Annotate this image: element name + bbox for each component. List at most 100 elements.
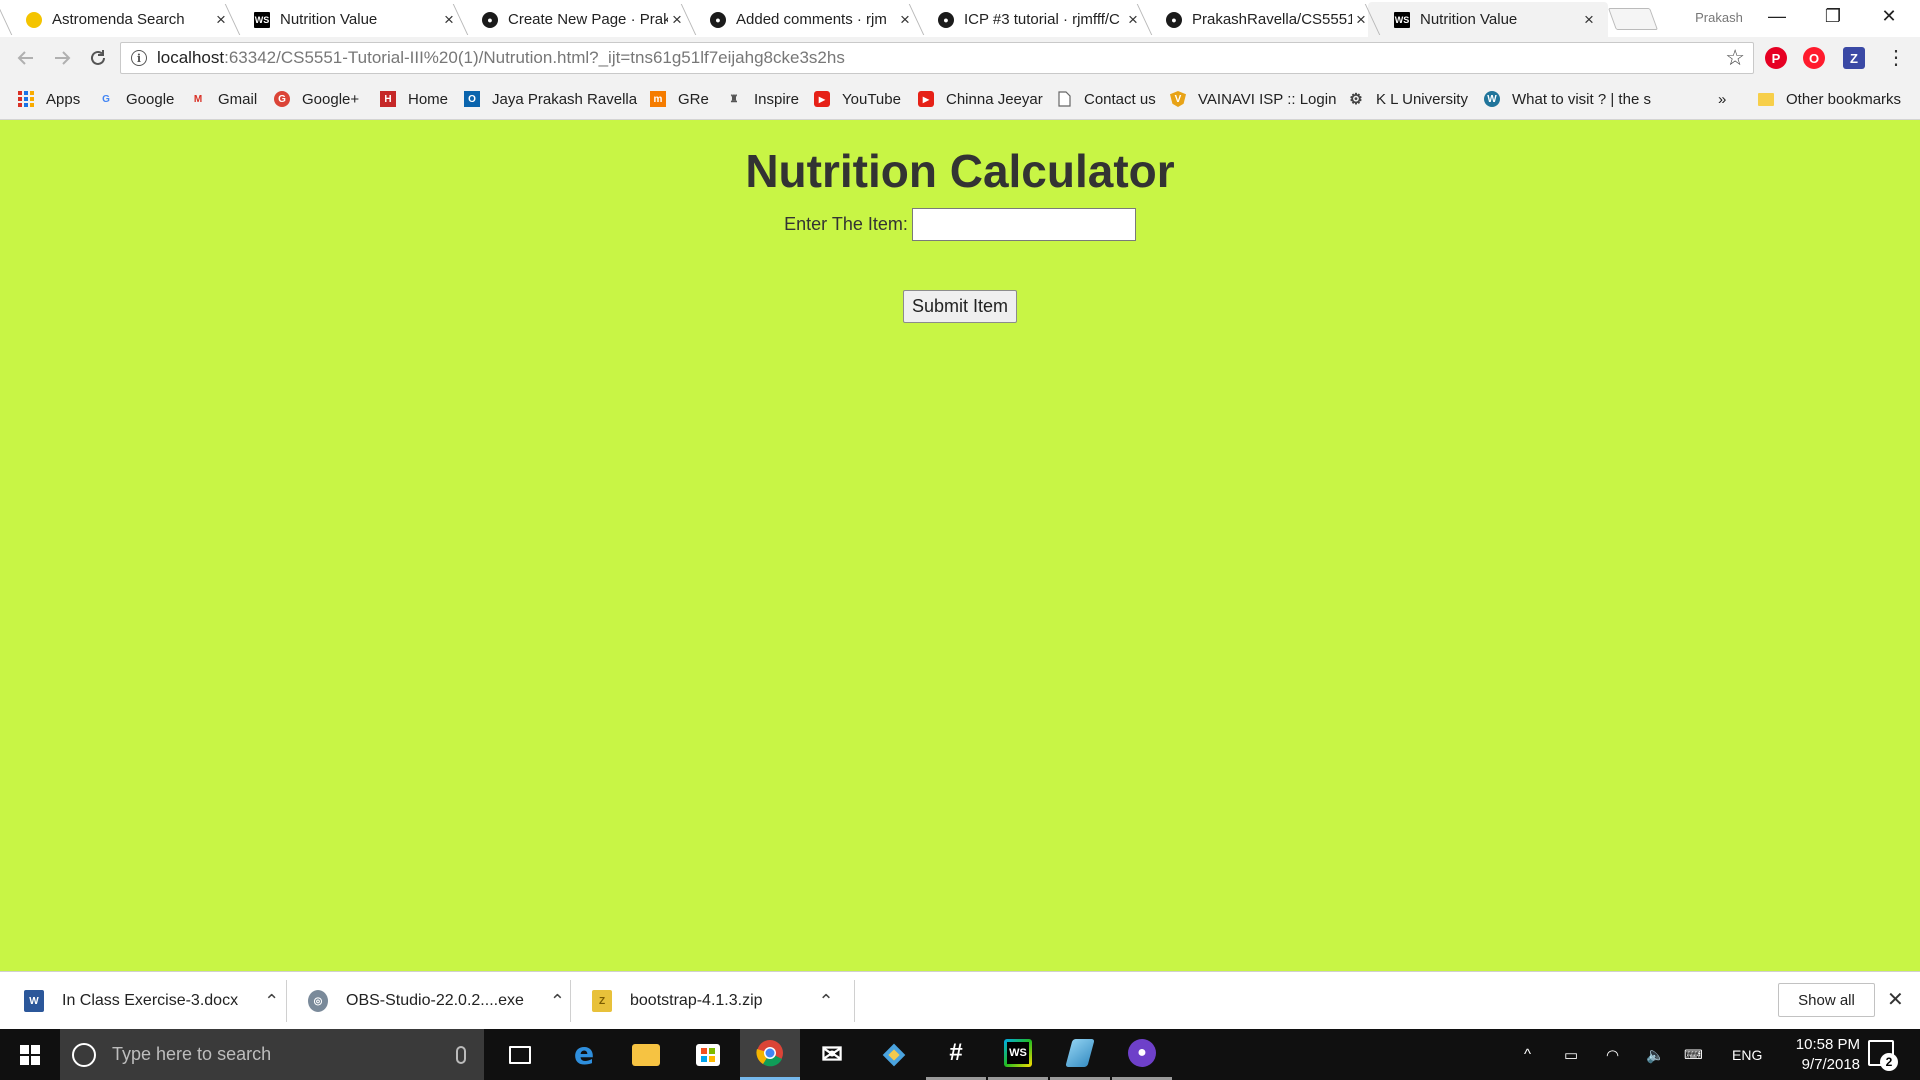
tab-title: Nutrition Value [1420, 11, 1518, 28]
word-doc-icon: W [24, 990, 44, 1012]
browser-tab[interactable]: ● Create New Page · Prak × [452, 2, 696, 37]
bookmarks-overflow-button[interactable]: » [1718, 89, 1726, 109]
tab-separator [0, 4, 13, 35]
github-icon: ● [710, 11, 726, 28]
bookmark-star-icon[interactable]: ☆ [1725, 45, 1745, 71]
taskbar-app-paint[interactable] [1050, 1029, 1110, 1080]
edge-icon: e [573, 1037, 595, 1072]
bookmark-vainavi[interactable]: V VAINAVI ISP :: Login [1170, 89, 1336, 109]
new-tab-button[interactable] [1607, 8, 1659, 30]
download-item[interactable]: Z bootstrap-4.1.3.zip ⌃ [592, 972, 834, 1030]
start-button[interactable] [0, 1029, 60, 1080]
browser-tab[interactable]: ● PrakashRavella/CS5551 × [1136, 2, 1380, 37]
submit-item-button[interactable]: Submit Item [903, 290, 1017, 323]
profile-button[interactable]: Prakash [1678, 6, 1760, 28]
youtube-icon: ▶ [814, 91, 830, 107]
bookmark-gre[interactable]: m GRe [650, 89, 709, 109]
restore-button[interactable]: ❐ [1810, 0, 1856, 32]
tab-separator [1364, 4, 1381, 35]
microphone-icon[interactable] [456, 1045, 466, 1064]
site-info-icon[interactable]: i [131, 50, 147, 66]
back-button[interactable] [12, 45, 40, 71]
taskbar-app-chrome[interactable] [740, 1029, 800, 1080]
mail-icon: ✉ [821, 1039, 843, 1069]
gre-icon: m [650, 91, 666, 107]
close-icon[interactable]: ✕ [1887, 987, 1904, 1012]
divider [854, 980, 855, 1022]
windows-taskbar: Type here to search e ✉ # WS ● ^ ▭ ◠ 🔈 ⌨… [0, 1029, 1920, 1080]
keyboard-icon[interactable]: ⌨ [1684, 1029, 1703, 1080]
show-all-button[interactable]: Show all [1778, 983, 1875, 1017]
download-filename: bootstrap-4.1.3.zip [630, 992, 763, 1009]
bookmark-label: Google [126, 90, 175, 108]
slack-icon: # [949, 1039, 963, 1066]
zip-icon: Z [592, 990, 612, 1012]
browser-tab[interactable]: ● ICP #3 tutorial · rjmfff/C × [908, 2, 1152, 37]
taskbar-app-git[interactable] [864, 1029, 924, 1080]
browser-tab[interactable]: Astromenda Search × [0, 2, 240, 37]
gear-icon: ⚙ [1349, 91, 1363, 108]
minimize-button[interactable]: — [1754, 0, 1800, 32]
task-view-button[interactable] [490, 1029, 550, 1080]
reload-button[interactable] [84, 45, 112, 71]
taskbar-app-edge[interactable]: e [554, 1029, 614, 1080]
taskbar-app-github-desktop[interactable]: ● [1112, 1029, 1172, 1080]
zotero-icon[interactable]: Z [1843, 47, 1865, 69]
show-hidden-icons-chevron-up-icon[interactable]: ^ [1524, 1029, 1531, 1080]
taskbar-app-mail[interactable]: ✉ [802, 1029, 862, 1080]
opera-icon[interactable]: O [1803, 47, 1825, 69]
pinterest-icon[interactable]: P [1765, 47, 1787, 69]
url-path: :63342/CS5551-Tutorial-III%20(1)/Nutruti… [224, 48, 845, 67]
bookmark-home[interactable]: H Home [380, 89, 448, 109]
battery-icon[interactable]: ▭ [1564, 1029, 1578, 1080]
download-item[interactable]: W In Class Exercise-3.docx ⌃ [24, 972, 279, 1030]
browser-toolbar: i localhost:63342/CS5551-Tutorial-III%20… [0, 37, 1920, 79]
inspire-icon: ♜ [729, 93, 739, 105]
bookmark-google-plus[interactable]: G Google+ [274, 89, 359, 109]
tab-close-icon[interactable]: × [1580, 10, 1598, 30]
bookmark-apps[interactable]: Apps [18, 89, 80, 109]
browser-tab[interactable]: WS Nutrition Value × [224, 2, 468, 37]
bookmark-youtube[interactable]: ▶ YouTube [814, 89, 901, 109]
bookmark-contact-us[interactable]: Contact us [1056, 89, 1156, 109]
bookmark-chinna-jeeyar[interactable]: ▶ Chinna Jeeyar [918, 89, 1043, 109]
download-item[interactable]: ◎ OBS-Studio-22.0.2....exe ⌃ [308, 972, 565, 1030]
chevron-up-icon[interactable]: ⌃ [550, 991, 565, 1012]
address-bar[interactable]: i localhost:63342/CS5551-Tutorial-III%20… [120, 42, 1754, 74]
task-view-icon [509, 1045, 531, 1064]
close-window-button[interactable]: ✕ [1866, 0, 1912, 32]
taskbar-search[interactable]: Type here to search [60, 1029, 484, 1080]
tab-separator [680, 4, 697, 35]
bookmark-what-to-visit[interactable]: W What to visit ? | the s [1484, 89, 1651, 109]
browser-tab[interactable]: ● Added comments · rjm × [680, 2, 924, 37]
bookmark-kl-university[interactable]: ⚙ K L University [1348, 89, 1468, 109]
bookmark-jaya-prakash[interactable]: O Jaya Prakash Ravella [464, 89, 637, 109]
taskbar-clock[interactable]: 10:58 PM 9/7/2018 [1764, 1035, 1860, 1075]
wifi-icon[interactable]: ◠ [1606, 1029, 1619, 1080]
download-filename: OBS-Studio-22.0.2....exe [346, 992, 524, 1009]
taskbar-app-webstorm[interactable]: WS [988, 1029, 1048, 1080]
youtube-icon: ▶ [918, 91, 934, 107]
bookmark-label: Google+ [302, 90, 360, 108]
taskbar-app-slack[interactable]: # [926, 1029, 986, 1080]
bookmark-google[interactable]: G Google [98, 89, 174, 109]
git-icon [880, 1041, 908, 1069]
language-indicator[interactable]: ENG [1732, 1029, 1762, 1080]
browser-menu-icon[interactable]: ⋮ [1886, 45, 1906, 70]
taskbar-app-file-explorer[interactable] [616, 1029, 676, 1080]
divider [570, 980, 571, 1022]
browser-tab-active[interactable]: WS Nutrition Value × [1364, 2, 1608, 37]
bookmark-inspire[interactable]: ♜ Inspire [726, 89, 800, 109]
bookmarks-bar: Apps G Google M Gmail G Google+ H Home O… [0, 79, 1920, 120]
outlook-icon: O [464, 91, 480, 107]
chevron-up-icon[interactable]: ⌃ [264, 991, 279, 1012]
forward-button[interactable] [48, 45, 76, 71]
bookmark-gmail[interactable]: M Gmail [190, 89, 257, 109]
volume-icon[interactable]: 🔈 [1646, 1029, 1665, 1080]
chevron-up-icon[interactable]: ⌃ [819, 991, 834, 1012]
bookmark-label: Other bookmarks [1786, 90, 1902, 108]
taskbar-app-store[interactable] [678, 1029, 738, 1080]
github-icon: ● [482, 11, 498, 28]
item-input[interactable] [911, 208, 1136, 241]
other-bookmarks[interactable]: Other bookmarks [1758, 89, 1901, 109]
